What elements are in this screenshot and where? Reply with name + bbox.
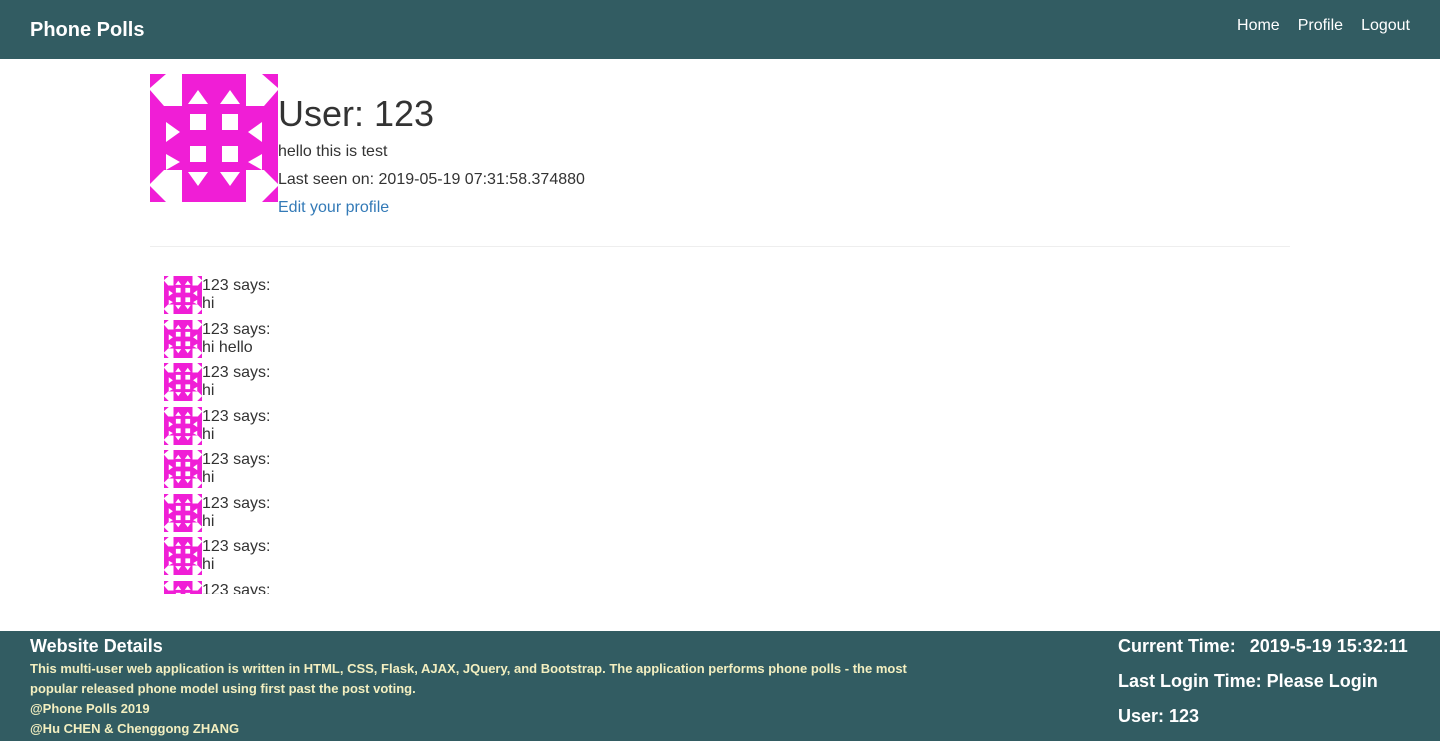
footer-description: This multi-user web application is writt…	[30, 661, 907, 696]
profile-about: hello this is test	[278, 143, 388, 160]
post-avatar	[164, 493, 202, 532]
nav-profile-link[interactable]: Profile	[1298, 16, 1343, 36]
post-text: hi	[202, 556, 215, 573]
post-author: 123 says:	[202, 494, 271, 512]
profile-username: User: 123	[278, 93, 435, 134]
current-time: Current Time: 2019-5-19 15:32:11	[1118, 635, 1418, 670]
profile-last-seen: Last seen on: 2019-05-19 07:31:58.374880	[278, 171, 585, 188]
post-author: 123 says:	[202, 538, 271, 555]
post-avatar	[164, 450, 202, 488]
post-item: 123 says: hi	[164, 493, 764, 538]
post-avatar	[164, 363, 202, 401]
last-login-time: Last Login Time: Please Login	[1118, 671, 1378, 691]
post-text: hi hello	[202, 338, 253, 356]
post-author: 123 says:	[202, 320, 271, 338]
section-divider	[150, 246, 1290, 247]
site-footer: Website Details This multi-user web appl…	[0, 631, 1440, 741]
post-avatar	[164, 580, 202, 594]
footer-status: Current Time: 2019-5-19 15:32:11 Last Log…	[1118, 635, 1418, 740]
footer-authors: @Hu CHEN & Chenggong ZHANG	[30, 721, 240, 736]
footer-title: Website Details	[30, 636, 163, 656]
current-time-value: 2019-5-19 15:32:11	[1249, 636, 1408, 656]
user-avatar	[150, 74, 278, 202]
profile-header: User: 123 hello this is test Last seen o…	[150, 74, 1290, 224]
post-item: 123 says: hi	[164, 450, 764, 494]
post-avatar	[164, 406, 202, 445]
nav-links: Home Profile Logout	[1237, 16, 1410, 36]
post-avatar	[164, 537, 202, 575]
posts-list[interactable]: 123 says: hi 123 says: hi hello 123 says…	[164, 276, 764, 594]
post-author: 123 says:	[202, 364, 271, 381]
post-text: hi	[202, 382, 215, 399]
current-time-label: Current Time:	[1118, 636, 1236, 656]
post-item: 123 says: hi	[164, 276, 764, 320]
post-author: 123 says:	[202, 581, 271, 595]
post-item: 123 says: hi	[164, 363, 764, 407]
post-text: hi	[202, 425, 215, 443]
post-text: hi	[202, 469, 215, 486]
brand-link[interactable]: Phone Polls	[30, 17, 144, 43]
post-item: 123 says: hi	[164, 537, 764, 581]
footer-details: Website Details This multi-user web appl…	[30, 635, 950, 739]
post-text: hi	[202, 512, 215, 530]
nav-home-link[interactable]: Home	[1237, 16, 1280, 36]
profile-info: User: 123 hello this is test Last seen o…	[278, 94, 585, 218]
edit-profile-link[interactable]: Edit your profile	[278, 198, 389, 218]
post-item: 123 says: hi	[164, 406, 764, 451]
post-text: hi	[202, 295, 215, 312]
post-item: 123 says:	[164, 580, 764, 595]
post-author: 123 says:	[202, 407, 271, 425]
post-avatar	[164, 319, 202, 358]
post-avatar	[164, 276, 202, 314]
top-navbar: Phone Polls Home Profile Logout	[0, 0, 1440, 59]
footer-user: User: 123	[1118, 706, 1200, 726]
footer-copyright: @Phone Polls 2019	[30, 701, 150, 716]
post-author: 123 says:	[202, 277, 271, 294]
nav-logout-link[interactable]: Logout	[1361, 16, 1410, 36]
post-item: 123 says: hi hello	[164, 319, 764, 364]
post-author: 123 says:	[202, 451, 271, 468]
